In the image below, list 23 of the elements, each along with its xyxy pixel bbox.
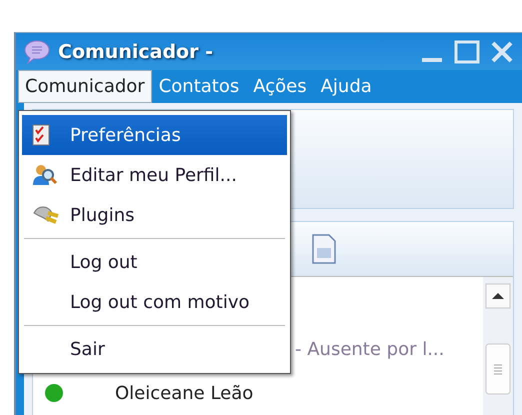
menu-item[interactable]: Preferências [22, 115, 287, 155]
status-message: - Ausente por l... [295, 338, 444, 360]
scrollbar-thumb-icon[interactable] [485, 343, 511, 395]
scrollbar[interactable] [483, 277, 513, 415]
menu-item[interactable]: Log out [22, 242, 287, 282]
checklist-icon [32, 124, 50, 146]
menu-title[interactable]: Comunicador [18, 70, 152, 103]
contact-name[interactable]: Oleiceane Leão [115, 382, 254, 404]
menu-item[interactable]: Log out com motivo [22, 282, 287, 322]
menu-title[interactable]: Ações [246, 70, 314, 103]
speech-bubble-icon [24, 38, 50, 64]
close-icon[interactable] [490, 40, 514, 64]
scroll-up-icon[interactable] [485, 283, 511, 309]
maximize-icon[interactable] [454, 40, 480, 64]
menu-item[interactable]: Plugins [22, 195, 287, 235]
user-magnifier-icon [32, 163, 58, 187]
document-icon[interactable] [311, 234, 337, 264]
menu-title[interactable]: Ajuda [314, 70, 379, 103]
menu-title[interactable]: Contatos [152, 70, 246, 103]
plug-icon [32, 205, 60, 225]
menu-item[interactable]: Sair [22, 329, 287, 369]
window-title: Comunicador - [58, 40, 213, 62]
menu-item[interactable]: Editar meu Perfil... [22, 155, 287, 195]
